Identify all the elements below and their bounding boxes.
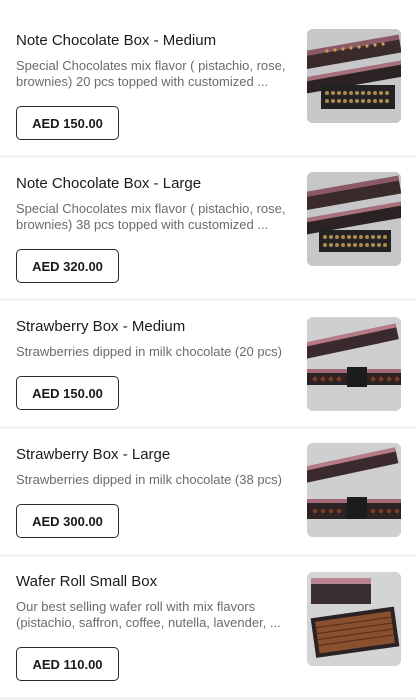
product-item[interactable]: Strawberry Box - Medium Strawberries dip… [0,301,416,426]
product-title: Note Chocolate Box - Large [16,175,202,192]
product-title: Note Chocolate Box - Medium [16,32,217,49]
product-image[interactable] [307,172,401,266]
product-title: Strawberry Box - Medium [16,318,186,335]
product-description: Special Chocolates mix flavor ( pistachi… [16,58,286,89]
product-title: Strawberry Box - Large [16,446,171,463]
price-button[interactable]: AED 150.00 [16,376,119,410]
product-title: Wafer Roll Small Box [16,573,158,590]
chocolate-box-image [307,172,401,266]
product-description: Strawberries dipped in milk chocolate (2… [16,344,282,359]
price-button[interactable]: AED 300.00 [16,504,119,538]
strawberry-box-image [307,317,401,411]
price-button[interactable]: AED 150.00 [16,106,119,140]
product-description: Strawberries dipped in milk chocolate (3… [16,472,282,487]
chocolate-box-image [307,29,401,123]
product-description: Our best selling wafer roll with mix fla… [16,599,281,630]
product-image[interactable] [307,443,401,537]
price-button[interactable]: AED 110.00 [16,647,119,681]
product-image[interactable] [307,29,401,123]
wafer-roll-box-image [307,572,401,666]
product-item[interactable]: Wafer Roll Small Box Our best selling wa… [0,557,416,700]
product-item[interactable]: Note Chocolate Box - Large Special Choco… [0,158,416,298]
product-item[interactable]: Note Chocolate Box - Medium Special Choc… [0,0,416,155]
product-item[interactable]: Strawberry Box - Large Strawberries dipp… [0,429,416,554]
product-description: Special Chocolates mix flavor ( pistachi… [16,201,286,232]
product-image[interactable] [307,572,401,666]
strawberry-box-image [307,443,401,537]
price-button[interactable]: AED 320.00 [16,249,119,283]
product-image[interactable] [307,317,401,411]
